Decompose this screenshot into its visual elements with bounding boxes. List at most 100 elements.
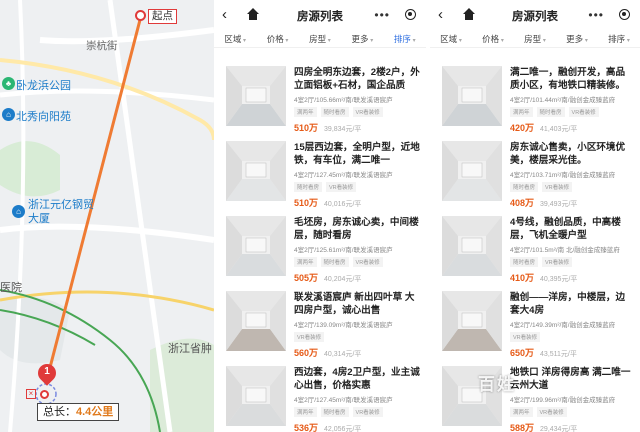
listing-photo[interactable]	[226, 141, 286, 201]
listing-panel-1: ‹ 房源列表 ••• 区域 价格 房型 更多 排序 四房全明东边套，2楼2户，外…	[214, 0, 426, 432]
distance-label: 总长：	[43, 406, 76, 418]
listing-price: 560万	[294, 348, 319, 358]
poi-label-0[interactable]: 卧龙浜公园	[16, 77, 71, 93]
listing-price: 510万	[294, 123, 319, 133]
listing-tag: 随时看房	[510, 182, 539, 192]
listing-tags: 满两年 随时看房 VR看装修	[294, 407, 420, 417]
listing-price: 510万	[294, 198, 319, 208]
listing-tag: VR看装修	[542, 182, 573, 192]
filter-more[interactable]: 更多	[566, 33, 588, 45]
listing-details: 4室2厅/199.96m²/南/融创金成臻蓝府	[510, 397, 616, 404]
listing-item[interactable]: 地铁口 洋房得房高 满二唯一 云州大道 4室2厅/199.96m²/南/融创金成臻…	[430, 366, 640, 432]
filter-bar: 区域 价格 房型 更多 排序	[214, 30, 426, 48]
page-title: 房源列表	[512, 11, 558, 23]
listing-panel-2: ‹ 房源列表 ••• 区域 价格 房型 更多 排序 满二唯一，融创开发，高品质小…	[430, 0, 640, 432]
listing-details: 4室2厅/139.09m²/南/联发溪语宸庐	[294, 322, 393, 329]
listing-price: 410万	[510, 273, 535, 283]
listing-photo[interactable]	[442, 66, 502, 126]
listing-photo[interactable]	[442, 291, 502, 351]
poi-label-2[interactable]: 浙江元亿钢贸 大厦	[28, 198, 94, 226]
listing-tag: 随时看房	[510, 257, 539, 267]
listing-photo[interactable]	[226, 66, 286, 126]
poi-label-1[interactable]: 北秀向阳苑	[16, 108, 71, 124]
listing-price: 650万	[510, 348, 535, 358]
filter-sort[interactable]: 排序	[394, 33, 416, 45]
listing-tag: 随时看房	[320, 407, 349, 417]
filter-area[interactable]: 区域	[224, 33, 246, 45]
listing-photo[interactable]	[226, 216, 286, 276]
listing-item[interactable]: 西边套，4房2卫户型，业主诚心出售，价格实惠 4室2厅/127.45m²/南/联发…	[214, 366, 426, 432]
listing-unit-price: 40,204元/平	[324, 276, 362, 283]
listing-photo[interactable]	[226, 291, 286, 351]
listing-tag: 随时看房	[320, 257, 349, 267]
filter-more[interactable]: 更多	[352, 33, 374, 45]
listing-tags: 满两年 随时看房 VR看装修	[294, 107, 420, 117]
filter-area[interactable]: 区域	[440, 33, 462, 45]
start-label: 起点	[152, 10, 173, 22]
road-label: 崇杭街	[86, 40, 118, 52]
listing-photo[interactable]	[442, 141, 502, 201]
start-marker[interactable]	[135, 10, 146, 21]
listing-tag: VR看装修	[352, 257, 383, 267]
target-icon[interactable]	[619, 9, 630, 20]
listing-tag: 满两年	[294, 107, 317, 117]
listing-photo[interactable]	[226, 366, 286, 426]
listing-tag: 满两年	[294, 257, 317, 267]
tree-icon: ♣	[2, 77, 15, 90]
area-label-1: 浙江省肿	[168, 343, 212, 355]
listing-price: 420万	[510, 123, 535, 133]
listing-tag: VR看装修	[510, 332, 541, 342]
listing-tag: 满两年	[510, 407, 533, 417]
start-label-box: 起点	[148, 9, 177, 24]
listing-item[interactable]: 联发溪语宸庐 新出四叶草 大四房户型，诚心出售 4室2厅/139.09m²/南/联…	[214, 291, 426, 365]
listing-title: 4号线，融创品质，中高楼层，飞机全暖户型	[510, 217, 621, 241]
listing-details: 4室2厅/103.71m²/南/融创金成臻蓝府	[510, 172, 616, 179]
filter-layout[interactable]: 房型	[524, 33, 546, 45]
route-marker-number: 1	[44, 366, 50, 377]
filter-layout[interactable]: 房型	[309, 33, 331, 45]
listing-tag: VR看装修	[568, 107, 599, 117]
listing-tag: VR看装修	[542, 257, 573, 267]
listing-tag: VR看装修	[352, 107, 383, 117]
listing-title: 四房全明东边套，2楼2户，外立面铝板+石材，国企品质	[294, 67, 420, 91]
listing-tag: 随时看房	[294, 182, 323, 192]
filter-price[interactable]: 价格	[482, 33, 504, 45]
listing-details: 4室2厅/127.45m²/南/联发溪语宸庐	[294, 397, 393, 404]
listing-item[interactable]: 4号线，融创品质，中高楼层，飞机全暖户型 4室2厅/101.5m²/南 北/融创金…	[430, 216, 640, 290]
listing-price: 505万	[294, 273, 319, 283]
distance-value: 4.4公里	[76, 406, 114, 418]
listing-item[interactable]: 四房全明东边套，2楼2户，外立面铝板+石材，国企品质 4室2厅/105.66m²/…	[214, 66, 426, 140]
listing-tag: 随时看房	[536, 107, 565, 117]
end-marker[interactable]	[40, 390, 49, 399]
listing-unit-price: 40,395元/平	[540, 276, 578, 283]
listing-item[interactable]: 15层西边套，全明户型，近地铁，有车位，满二唯一 4室2厅/127.45m²/南/…	[214, 141, 426, 215]
listing-tags: VR看装修	[294, 332, 420, 342]
route-map[interactable]: 起点 崇杭街 ♣ 卧龙浜公园 ⌂ 北秀向阳苑 ⌂ 浙江元亿钢贸 大厦 浙江省肿 …	[0, 0, 214, 432]
listing-tags: 随时看房 VR看装修	[510, 257, 634, 267]
listing-tags: 满两年 随时看房 VR看装修	[294, 257, 420, 267]
listing-price: 536万	[294, 423, 319, 432]
filter-sort[interactable]: 排序	[608, 33, 630, 45]
listing-unit-price: 29,434元/平	[540, 426, 578, 432]
listing-item[interactable]: 房东诚心售卖，小区环境优美，楼层采光佳。 4室2厅/103.71m²/南/融创金成…	[430, 141, 640, 215]
listing-unit-price: 39,834元/平	[324, 126, 362, 133]
listing-title: 联发溪语宸庐 新出四叶草 大四房户型，诚心出售	[294, 292, 415, 316]
listing-unit-price: 41,403元/平	[540, 126, 578, 133]
listing-tags: 随时看房 VR看装修	[294, 182, 420, 192]
listing-item[interactable]: 满二唯一，融创开发，高品质小区，有地铁口精装修。 4室2厅/101.44m²/南/…	[430, 66, 640, 140]
listing-photo[interactable]	[442, 216, 502, 276]
more-icon[interactable]: •••	[588, 8, 604, 22]
filter-price[interactable]: 价格	[267, 33, 289, 45]
listing-price: 408万	[510, 198, 535, 208]
listing-details: 4室2厅/105.66m²/南/联发溪语宸庐	[294, 97, 393, 104]
listing-title: 15层西边套，全明户型，近地铁，有车位，满二唯一	[294, 142, 420, 166]
listing-item[interactable]: 融创——洋房，中楼层，边套大4房 4室2厅/149.39m²/南/融创金成臻蓝府 V…	[430, 291, 640, 365]
listing-unit-price: 40,016元/平	[324, 201, 362, 208]
target-icon[interactable]	[405, 9, 416, 20]
page-title: 房源列表	[297, 11, 343, 23]
more-icon[interactable]: •••	[374, 8, 390, 22]
end-icon[interactable]: ×	[26, 389, 36, 399]
filter-bar: 区域 价格 房型 更多 排序	[430, 30, 640, 48]
route-distance: 总长：4.4公里	[37, 403, 120, 421]
listing-item[interactable]: 毛坯房，房东诚心卖，中间楼层，随时看房 4室2厅/125.61m²/南/联发溪语宸…	[214, 216, 426, 290]
